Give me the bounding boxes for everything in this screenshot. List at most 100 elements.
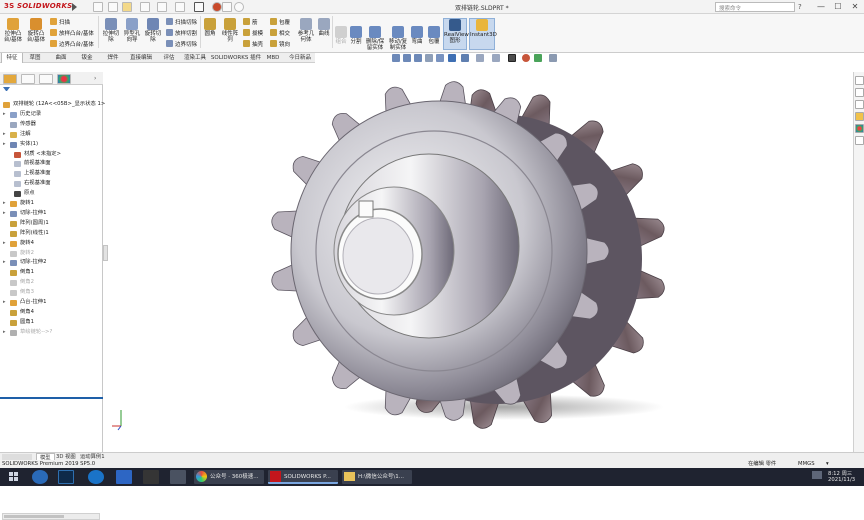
tree-item[interactable]: ▸ 草绘链轮-->?	[0, 328, 103, 338]
realview-button[interactable]: RealView 图形	[443, 18, 469, 50]
expand-toggle-icon[interactable]: ▸	[3, 328, 6, 338]
close-button[interactable]: ✕	[849, 1, 861, 12]
save-icon[interactable]	[140, 2, 150, 12]
solidworks-resources-icon[interactable]	[855, 76, 864, 85]
appearances-icon[interactable]	[855, 124, 864, 133]
extrude-cut-button[interactable]: 拉伸切 除	[101, 18, 121, 43]
zoom-fit-icon[interactable]	[392, 54, 400, 62]
panel-expand-icon[interactable]: ›	[94, 75, 96, 82]
taskbar-browser-button[interactable]: 公众号 · 360极速...	[194, 470, 264, 484]
filter-icon[interactable]	[3, 87, 10, 94]
tree-item[interactable]: 圆角1	[0, 318, 103, 328]
tree-item[interactable]: ▸ 旋转1	[0, 199, 103, 209]
view-settings-icon[interactable]	[549, 54, 557, 62]
draft-button[interactable]: 拔模	[243, 29, 263, 37]
swept-cut-button[interactable]: 扫描切除	[166, 18, 197, 26]
rollback-bar[interactable]	[0, 397, 103, 399]
photoshop-icon[interactable]	[58, 470, 74, 484]
expand-toggle-icon[interactable]: ▸	[3, 110, 6, 120]
tree-item[interactable]: 阵列(线性)1	[0, 229, 103, 239]
tree-item[interactable]: 旋转2	[0, 249, 103, 259]
reference-geometry-button[interactable]: 参考几 何体	[296, 18, 316, 43]
tree-item[interactable]: 双排链轮 (12A<<05B>_显示状态 1>	[0, 100, 105, 110]
expand-toggle-icon[interactable]: ▸	[3, 140, 6, 150]
solidworks-logo[interactable]: 3S SOLIDWORKS	[4, 2, 72, 10]
tree-item[interactable]: 传感器	[0, 120, 103, 130]
maximize-button[interactable]: ☐	[832, 1, 844, 12]
search-input[interactable]: 搜索命令	[715, 2, 795, 12]
panel-horizontal-scrollbar[interactable]	[2, 513, 100, 520]
linear-pattern-button[interactable]: 线性阵 列	[219, 18, 241, 43]
wrap-button[interactable]: 包覆	[427, 26, 441, 45]
tree-item[interactable]: ▸ 实体(1)	[0, 140, 103, 150]
taskbar-solidworks-button[interactable]: SOLIDWORKS P...	[268, 470, 338, 484]
flex-button[interactable]: 弯曲	[410, 26, 424, 45]
input-method-icon[interactable]	[812, 471, 822, 479]
tree-item[interactable]: 倒角3	[0, 288, 103, 298]
tree-item[interactable]: 前视基准面	[0, 159, 103, 169]
tree-item[interactable]: 倒角4	[0, 308, 103, 318]
curves-button[interactable]: 曲线	[317, 18, 331, 37]
taskbar-date[interactable]: 2021/11/3	[828, 477, 855, 483]
help-icon[interactable]: ?	[798, 3, 802, 11]
tab-render-tools[interactable]: 渲染工具	[181, 53, 209, 63]
tab-direct-editing[interactable]: 直接编辑	[126, 53, 156, 63]
boundary-boss-button[interactable]: 边界凸台/基体	[50, 40, 94, 48]
apply-scene-icon[interactable]	[508, 54, 516, 62]
mirror-button[interactable]: 镜向	[270, 40, 290, 48]
windows-start-icon[interactable]	[9, 472, 19, 482]
view-palette-icon[interactable]	[855, 112, 864, 121]
expand-toggle-icon[interactable]: ▸	[3, 239, 6, 249]
scrollbar-thumb[interactable]	[4, 515, 64, 518]
zoom-area-icon[interactable]	[403, 54, 411, 62]
loft-boss-button[interactable]: 放样凸台/基体	[50, 29, 94, 37]
tree-item[interactable]: 倒角1	[0, 268, 103, 278]
shell-button[interactable]: 抽壳	[243, 40, 263, 48]
new-document-icon[interactable]	[108, 2, 118, 12]
tab-mbd[interactable]: MBD	[263, 53, 283, 63]
sweep-button[interactable]: 扫描	[50, 18, 70, 26]
expand-toggle-icon[interactable]: ▸	[3, 199, 6, 209]
hole-wizard-button[interactable]: 异型孔 向导	[122, 18, 142, 43]
taskbar-app-icon[interactable]	[88, 470, 104, 484]
tree-item[interactable]: 上视基准面	[0, 169, 103, 179]
tree-item[interactable]: ▸ 切除-拉伸2	[0, 258, 103, 268]
taskbar-explorer-button[interactable]: H:\微信公众号\1...	[342, 470, 412, 484]
minimize-button[interactable]: —	[815, 1, 827, 12]
property-manager-tab-icon[interactable]	[21, 74, 35, 84]
combine-button[interactable]: 组合	[334, 26, 348, 45]
appearance-ball-icon[interactable]	[522, 54, 530, 62]
graphics-area[interactable]	[104, 64, 864, 452]
revolve-boss-button[interactable]: 旋转凸 台/基体	[25, 18, 47, 43]
hide-show-items-icon[interactable]	[476, 54, 484, 62]
view-orientation-icon[interactable]	[448, 54, 456, 62]
tree-item[interactable]: ▸ 旋转4	[0, 239, 103, 249]
tree-item[interactable]: ▸ 历史记录	[0, 110, 103, 120]
custom-properties-icon[interactable]	[855, 136, 864, 145]
revolve-cut-button[interactable]: 旋转切 除	[143, 18, 163, 43]
boundary-cut-button[interactable]: 边界切除	[166, 40, 197, 48]
home-icon[interactable]	[93, 2, 103, 12]
edit-appearance-icon[interactable]	[492, 54, 500, 62]
options-gear-icon[interactable]	[234, 2, 244, 12]
tree-item[interactable]: ▸ 凸台-拉伸1	[0, 298, 103, 308]
split-button[interactable]: 分割	[349, 26, 363, 45]
menu-expand-icon[interactable]	[72, 3, 77, 11]
tree-item[interactable]: 倒角2	[0, 278, 103, 288]
open-folder-icon[interactable]	[122, 2, 132, 12]
tab-sketch[interactable]: 草图	[24, 53, 46, 63]
taskbar-time[interactable]: 8:12 周三	[828, 469, 852, 477]
tab-whats-new[interactable]: 今日新品	[285, 53, 315, 63]
configuration-manager-tab-icon[interactable]	[39, 74, 53, 84]
undo-icon[interactable]	[175, 2, 185, 12]
unit-system[interactable]: MMGS	[798, 460, 815, 468]
unit-dropdown-icon[interactable]: ▾	[826, 460, 829, 468]
tab-addins[interactable]: SOLIDWORKS 插件	[209, 53, 263, 63]
feature-manager-tab-icon[interactable]	[3, 74, 17, 84]
fillet-button[interactable]: 圆角	[202, 18, 218, 37]
print-icon[interactable]	[157, 2, 167, 12]
tree-item[interactable]: ▸ 注解	[0, 130, 103, 140]
tree-item[interactable]: ▸ 切除-拉伸1	[0, 209, 103, 219]
extrude-boss-button[interactable]: 拉伸凸 台/基体	[2, 18, 24, 43]
expand-toggle-icon[interactable]: ▸	[3, 209, 6, 219]
